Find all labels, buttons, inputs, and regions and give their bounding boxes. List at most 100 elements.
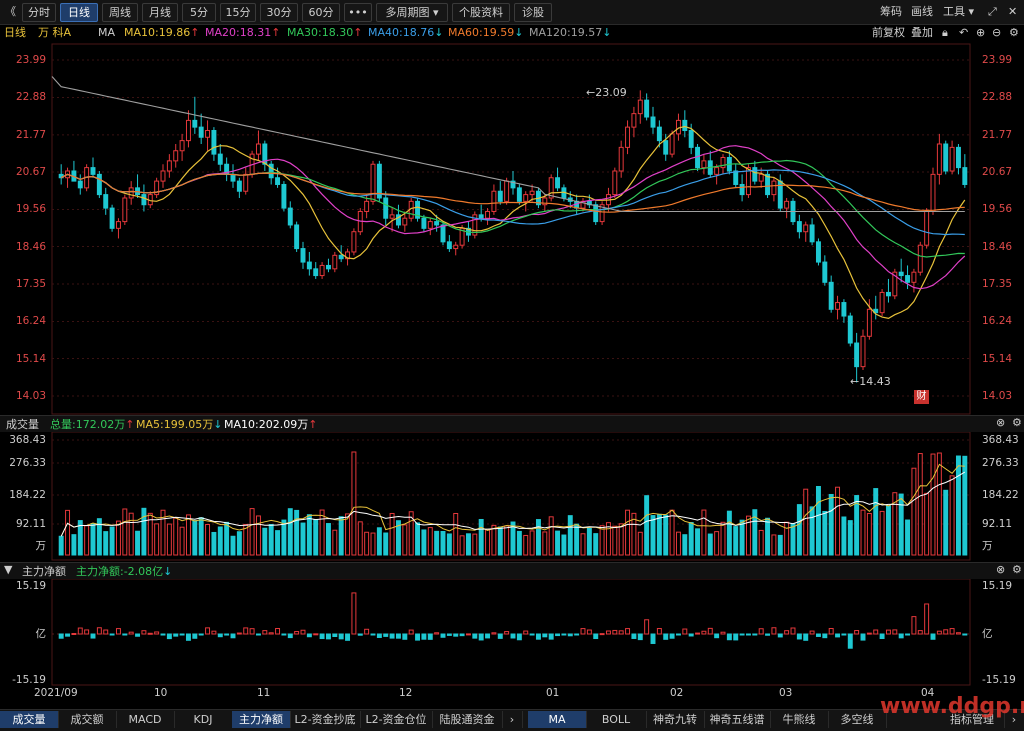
lock-icon[interactable]: 🔒︎ (942, 25, 948, 41)
flow-bar (236, 632, 242, 635)
volume-bar (306, 514, 312, 556)
undo-icon[interactable]: ↶ (959, 25, 968, 41)
back-icon[interactable]: 《 (5, 3, 16, 21)
price-axis-label: 14.03 (982, 390, 1013, 402)
draw-line-button[interactable]: 画线 (911, 3, 933, 21)
tab-five-line[interactable]: 神奇五线谱 (704, 711, 771, 728)
tab-60min[interactable]: 60分 (302, 3, 340, 22)
candle-body (287, 207, 293, 226)
volume-bar (656, 513, 662, 556)
candle-body (612, 170, 618, 196)
settings-icon[interactable]: ⚙ (1012, 563, 1022, 576)
volume-bar (205, 523, 211, 556)
volume-bar (943, 489, 949, 556)
tab-volume[interactable]: 成交量 (0, 711, 59, 728)
ma60-value: MA60:19.59↓ (448, 25, 523, 41)
volume-bar (529, 530, 535, 556)
volume-bar (154, 523, 160, 556)
candle-body (160, 170, 166, 182)
x-label-11: 11 (257, 687, 271, 699)
tab-ma[interactable]: MA (528, 711, 587, 728)
candle-body (835, 302, 841, 310)
price-axis-label: 21.77 (15, 128, 46, 141)
volume-bar (491, 524, 497, 556)
flow-bar (281, 633, 287, 636)
volume-bar (949, 475, 955, 556)
volume-ma5: MA5:199.05万↓ (136, 416, 222, 432)
close-icon[interactable]: ✕ (1008, 3, 1017, 21)
chips-button[interactable]: 筹码 (880, 3, 902, 21)
volume-total: 总量:172.02万↑ (50, 416, 134, 432)
settings-icon[interactable]: ⚙ (1009, 25, 1019, 41)
close-panel-icon[interactable]: ⊗ (996, 563, 1005, 576)
diagnose-button[interactable]: 诊股 (514, 3, 552, 22)
tab-daily[interactable]: 日线 (60, 3, 98, 22)
volume-bar (472, 533, 478, 556)
flow-bar (777, 633, 783, 638)
tab-bull-bear-line[interactable]: 牛熊线 (770, 711, 829, 728)
flow-bar (370, 633, 376, 636)
tab-5min[interactable]: 5分 (182, 3, 216, 22)
tab-nine-turn[interactable]: 神奇九转 (646, 711, 705, 728)
tab-macd[interactable]: MACD (116, 711, 175, 728)
flow-bar (911, 616, 917, 635)
flow-bar (497, 633, 503, 639)
expand-icon[interactable]: ⤢ (988, 3, 997, 21)
candle-body (701, 160, 707, 169)
flow-title[interactable]: 主力净额 (22, 563, 66, 579)
tab-monthly[interactable]: 月线 (142, 3, 178, 22)
financial-report-badge[interactable]: 财 (914, 390, 929, 404)
candle-body (631, 113, 637, 128)
adjust-button[interactable]: 前复权 (872, 25, 905, 41)
tools-menu[interactable]: 工具 ▾ (943, 3, 974, 21)
more-button[interactable]: ••• (344, 3, 372, 22)
ma30-text: MA30:18.30 (287, 26, 354, 39)
flow-bar (745, 633, 751, 636)
candle-body (663, 140, 669, 155)
volume-bar (809, 506, 815, 556)
tab-l2-bottom-fishing[interactable]: L2-资金抄底 (290, 711, 361, 728)
price-axis-label: 19.56 (15, 203, 46, 216)
tab-l2-position[interactable]: L2-资金仓位 (360, 711, 433, 728)
close-panel-icon[interactable]: ⊗ (996, 416, 1005, 429)
volume-bar (847, 520, 853, 556)
kline-chart[interactable] (0, 42, 1024, 687)
zoom-out-icon[interactable]: ⊖ (992, 25, 1001, 41)
multi-period-dropdown[interactable]: 多周期图 ▾ (376, 3, 448, 22)
candle-body (485, 210, 491, 219)
tab-long-short-line[interactable]: 多空线 (828, 711, 887, 728)
tab-30min[interactable]: 30分 (260, 3, 298, 22)
candle-body (949, 146, 955, 172)
zoom-in-icon[interactable]: ⊕ (976, 25, 985, 41)
ma-indicator-label[interactable]: MA (98, 25, 115, 41)
collapse-icon[interactable]: ▼ (4, 563, 12, 576)
flow-bar (351, 592, 357, 635)
tab-northbound-flow[interactable]: 陆股通资金 (432, 711, 503, 728)
stock-info-button[interactable]: 个股资料 (452, 3, 510, 22)
volume-bar (523, 534, 529, 556)
stock-name[interactable]: 万 科A (38, 25, 71, 41)
volume-bar (141, 507, 147, 556)
volume-bar (166, 523, 172, 556)
flow-bar (669, 633, 675, 639)
tab-boll[interactable]: BOLL (586, 711, 647, 728)
tab-kdj[interactable]: KDJ (174, 711, 233, 728)
settings-icon[interactable]: ⚙ (1012, 416, 1022, 429)
tab-main-net-flow[interactable]: 主力净额 (232, 711, 291, 728)
volume-bar (84, 525, 90, 556)
flow-bar (854, 630, 860, 635)
tab-15min[interactable]: 15分 (220, 3, 256, 22)
candle-body (205, 130, 211, 138)
ma10-text: MA10:19.86 (124, 26, 191, 39)
price-axis-label: 22.88 (982, 91, 1013, 104)
chevron-right-icon[interactable]: › (502, 711, 523, 728)
flow-bar (300, 629, 306, 635)
tab-intraday[interactable]: 分时 (22, 3, 56, 22)
tab-turnover[interactable]: 成交额 (58, 711, 117, 728)
flow-bar (548, 633, 554, 640)
tab-weekly[interactable]: 周线 (102, 3, 138, 22)
volume-bar (586, 527, 592, 556)
volume-title[interactable]: 成交量 (6, 416, 39, 432)
overlay-button[interactable]: 叠加 (911, 25, 933, 41)
flow-bar (650, 633, 656, 644)
